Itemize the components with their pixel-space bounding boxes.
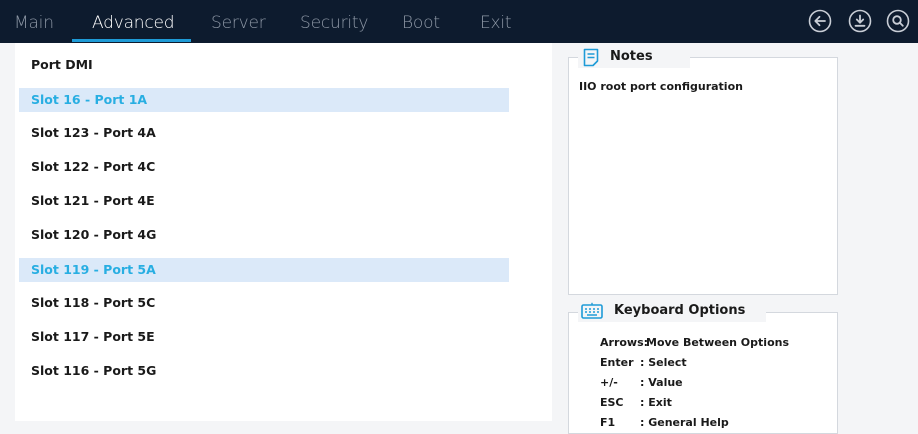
- list-item-slot-122-port-4c[interactable]: Slot 122 - Port 4C: [19, 155, 509, 179]
- tab-security[interactable]: Security: [300, 0, 368, 43]
- list-item-slot-121-port-4e[interactable]: Slot 121 - Port 4E: [19, 189, 509, 213]
- notes-box: IIO root port configuration: [568, 57, 838, 295]
- list-item-slot-116-port-5g[interactable]: Slot 116 - Port 5G: [19, 359, 509, 383]
- kb-row-enter: Enter: Select: [600, 356, 687, 369]
- back-arrow-icon[interactable]: [808, 9, 832, 33]
- tab-server[interactable]: Server: [211, 0, 266, 43]
- list-item-slot-123-port-4a[interactable]: Slot 123 - Port 4A: [19, 121, 509, 145]
- search-icon[interactable]: [886, 9, 910, 33]
- keyboard-options-box: Arrows:Move Between Options Enter: Selec…: [568, 312, 838, 434]
- kb-row-esc: ESC: Exit: [600, 396, 672, 409]
- kb-row-value: +/-: Value: [600, 376, 683, 389]
- list-item-slot-118-port-5c[interactable]: Slot 118 - Port 5C: [19, 291, 509, 315]
- list-item-slot-119-port-5a[interactable]: Slot 119 - Port 5A: [19, 258, 509, 282]
- port-list-panel: Port DMI Slot 16 - Port 1A Slot 123 - Po…: [15, 43, 552, 421]
- kb-row-arrows: Arrows:Move Between Options: [600, 336, 789, 349]
- list-item-slot-16-port-1a[interactable]: Slot 16 - Port 1A: [19, 88, 509, 112]
- keyboard-options-title: Keyboard Options: [578, 300, 766, 322]
- tab-exit[interactable]: Exit: [480, 0, 512, 43]
- keyboard-options-title-label: Keyboard Options: [614, 303, 746, 318]
- active-tab-indicator: [72, 39, 191, 42]
- tab-boot[interactable]: Boot: [402, 0, 440, 43]
- notes-text: IIO root port configuration: [579, 80, 743, 93]
- kb-row-f1: F1: General Help: [600, 416, 729, 429]
- tab-main[interactable]: Main: [14, 0, 54, 43]
- list-item-slot-117-port-5e[interactable]: Slot 117 - Port 5E: [19, 325, 509, 349]
- list-item-slot-120-port-4g[interactable]: Slot 120 - Port 4G: [19, 223, 509, 247]
- notes-title-label: Notes: [610, 49, 653, 64]
- notes-icon: [583, 48, 599, 67]
- download-icon[interactable]: [848, 9, 872, 33]
- help-column: IIO root port configuration Notes Arrows…: [552, 43, 918, 434]
- keyboard-icon: [581, 302, 603, 319]
- list-item-port-dmi[interactable]: Port DMI: [19, 53, 509, 77]
- tab-advanced[interactable]: Advanced: [92, 0, 175, 43]
- top-menu-bar: Main Advanced Server Security Boot Exit: [0, 0, 918, 43]
